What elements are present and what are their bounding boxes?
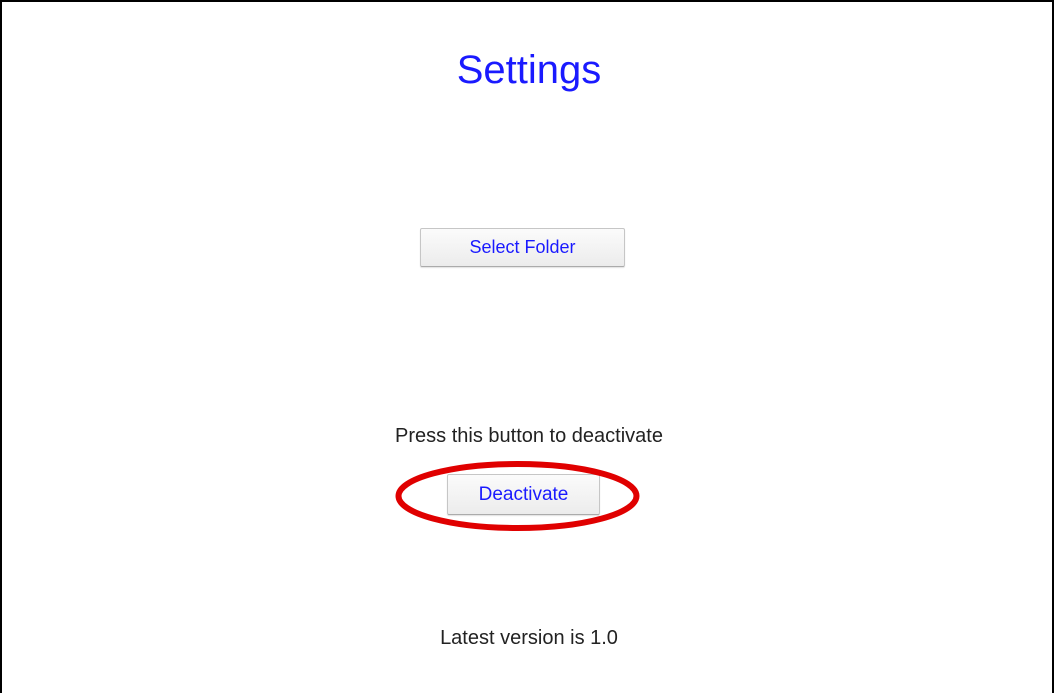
version-text: Latest version is 1.0 [440, 627, 618, 649]
page-title: Settings [456, 48, 602, 92]
deactivate-prompt: Press this button to deactivate [395, 425, 663, 447]
deactivate-button[interactable]: Deactivate [447, 474, 600, 515]
settings-window: Settings Select Folder Press this button… [0, 0, 1054, 693]
select-folder-button[interactable]: Select Folder [420, 228, 625, 267]
